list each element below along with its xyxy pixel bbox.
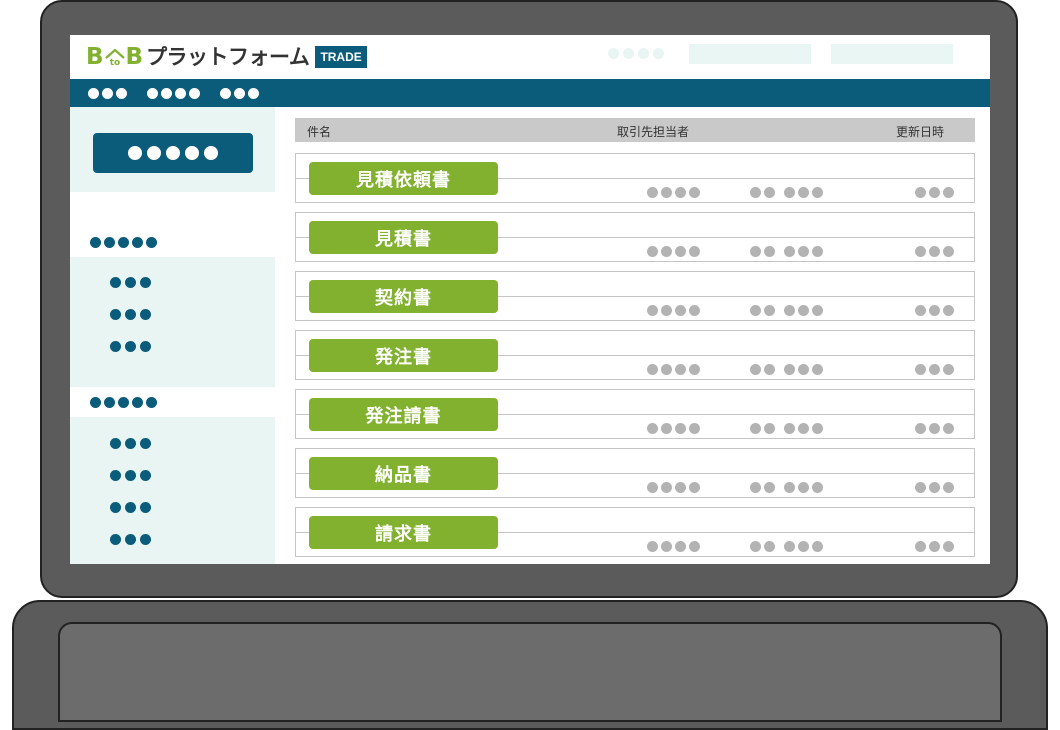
- house-roof-icon: to: [105, 48, 125, 68]
- row-person-placeholder: [750, 187, 823, 198]
- row-person-placeholder: [750, 482, 823, 493]
- column-header-updated[interactable]: 更新日時: [896, 123, 944, 140]
- sidebar-item-placeholder[interactable]: [110, 277, 151, 288]
- app-header: B to B プラットフォーム TRADE: [70, 35, 990, 79]
- row-contact-placeholder: [647, 482, 700, 493]
- header-field-placeholder[interactable]: [831, 44, 953, 64]
- sidebar-section-block: [70, 417, 275, 564]
- column-header-contact[interactable]: 取引先担当者: [617, 123, 689, 140]
- row-date-placeholder: [915, 305, 954, 316]
- doc-type-label[interactable]: 納品書: [309, 457, 498, 490]
- table-row[interactable]: 発注書: [295, 330, 975, 380]
- logo-text: プラットフォーム: [146, 47, 309, 68]
- row-date-placeholder: [915, 482, 954, 493]
- header-field-placeholder[interactable]: [689, 44, 811, 64]
- table-row[interactable]: 請求書: [295, 507, 975, 557]
- sidebar-item-placeholder[interactable]: [110, 470, 151, 481]
- sidebar-section-heading: [90, 397, 157, 408]
- row-date-placeholder: [915, 423, 954, 434]
- row-date-placeholder: [915, 364, 954, 375]
- sidebar-item-placeholder[interactable]: [110, 502, 151, 513]
- brand-logo[interactable]: B to B プラットフォーム TRADE: [86, 43, 367, 71]
- doc-type-label[interactable]: 発注書: [309, 339, 498, 372]
- row-date-placeholder: [915, 541, 954, 552]
- keyboard-deck: [58, 622, 1002, 722]
- row-date-placeholder: [915, 246, 954, 257]
- row-contact-placeholder: [647, 423, 700, 434]
- nav-bar: [70, 79, 990, 107]
- logo-to-text: to: [109, 58, 120, 68]
- sidebar-item-placeholder[interactable]: [110, 438, 151, 449]
- row-date-placeholder: [915, 187, 954, 198]
- column-header-subject[interactable]: 件名: [307, 123, 331, 140]
- table-header: 件名 取引先担当者 更新日時: [295, 118, 975, 142]
- table-row[interactable]: 納品書: [295, 448, 975, 498]
- row-contact-placeholder: [647, 246, 700, 257]
- table-row[interactable]: 発注請書: [295, 389, 975, 439]
- row-person-placeholder: [750, 541, 823, 552]
- row-contact-placeholder: [647, 305, 700, 316]
- row-person-placeholder: [750, 423, 823, 434]
- logo-letter-b: B: [86, 46, 104, 69]
- doc-type-label[interactable]: 見積書: [309, 221, 498, 254]
- row-contact-placeholder: [647, 187, 700, 198]
- sidebar-item-placeholder[interactable]: [110, 534, 151, 545]
- sidebar-item-placeholder[interactable]: [110, 341, 151, 352]
- row-contact-placeholder: [647, 541, 700, 552]
- table-row[interactable]: 契約書: [295, 271, 975, 321]
- table-row[interactable]: 見積書: [295, 212, 975, 262]
- header-user-placeholder[interactable]: [608, 48, 664, 59]
- row-person-placeholder: [750, 246, 823, 257]
- doc-type-label[interactable]: 契約書: [309, 280, 498, 313]
- logo-letter-b: B: [126, 46, 144, 69]
- sidebar-primary-button[interactable]: [93, 133, 253, 173]
- doc-type-label[interactable]: 発注請書: [309, 398, 498, 431]
- sidebar-section-block: [70, 257, 275, 387]
- screen: B to B プラットフォーム TRADE: [70, 35, 990, 564]
- row-person-placeholder: [750, 305, 823, 316]
- doc-type-label[interactable]: 見積依頼書: [309, 162, 498, 195]
- sidebar-section-heading: [90, 237, 157, 248]
- row-person-placeholder: [750, 364, 823, 375]
- row-contact-placeholder: [647, 364, 700, 375]
- sidebar: [70, 107, 275, 564]
- table-row[interactable]: 見積依頼書: [295, 153, 975, 203]
- nav-item-placeholder[interactable]: [88, 88, 127, 99]
- sidebar-item-placeholder[interactable]: [110, 309, 151, 320]
- doc-type-label[interactable]: 請求書: [309, 516, 498, 549]
- trade-badge: TRADE: [315, 46, 366, 68]
- nav-item-placeholder[interactable]: [220, 88, 259, 99]
- nav-item-placeholder[interactable]: [147, 88, 200, 99]
